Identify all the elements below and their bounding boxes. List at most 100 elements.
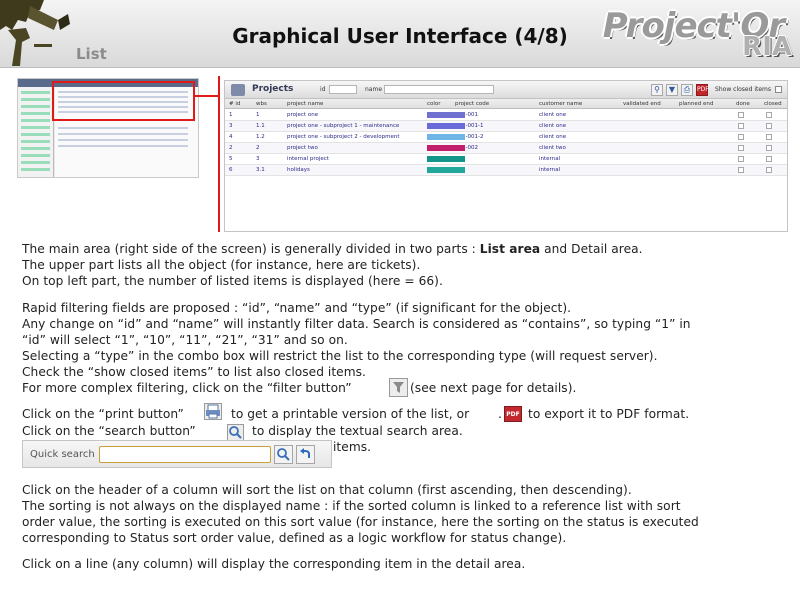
paragraph-3-line-2b: to display the textual search area.	[252, 424, 463, 438]
paragraph-3-line-1b: to get a printable version of the list, …	[231, 407, 470, 421]
table-row[interactable]: 6 3.1 holidays internal	[225, 165, 787, 176]
projects-list-panel: Projects id name ⚲ ▼ ⎙ PDF Show closed i…	[224, 80, 788, 232]
cell-customer: internal	[539, 156, 561, 162]
table-row[interactable]: 3 1.1 project one - subproject 1 - mainten…	[225, 121, 787, 132]
cell-done-checkbox	[738, 145, 744, 151]
quick-search-label: Quick search	[30, 449, 95, 460]
cell-wbs: 1	[256, 112, 260, 118]
paragraph-4-line-1: Click on the header of a column will sor…	[22, 483, 632, 497]
cell-color-swatch	[427, 134, 465, 140]
paragraph-3-line-1c: to export it to PDF format.	[528, 407, 690, 421]
cell-done-checkbox	[738, 156, 744, 162]
cell-customer: internal	[539, 167, 561, 173]
paragraph-2-line-6a: For more complex filtering, click on the…	[22, 381, 352, 395]
pdf-icon[interactable]: PDF	[696, 84, 709, 96]
cell-wbs: 3	[256, 156, 260, 162]
cell-name: project two	[287, 145, 318, 151]
table-row[interactable]: 5 3 internal project internal	[225, 154, 787, 165]
cell-done-checkbox	[738, 123, 744, 129]
cell-closed-checkbox	[766, 134, 772, 140]
column-header[interactable]: wbs	[256, 101, 267, 107]
column-header[interactable]: color	[427, 101, 441, 107]
pdf-button-icon: PDF	[504, 406, 522, 422]
paragraph-1-line-2: The upper part lists all the object (for…	[22, 258, 421, 272]
cell-name: internal project	[287, 156, 329, 162]
cell-done-checkbox	[738, 134, 744, 140]
cell-id: 1	[229, 112, 233, 118]
paragraph-3-line-1a: Click on the “print button”	[22, 407, 184, 421]
cell-name: project one - subproject 1 - maintenance	[287, 123, 400, 129]
filter-icon[interactable]: ▼	[666, 84, 678, 96]
cell-closed-checkbox	[766, 123, 772, 129]
projects-icon	[231, 84, 245, 96]
paragraph-3-line-3-tail: items.	[333, 440, 372, 454]
cell-color-swatch	[427, 145, 465, 151]
cell-name: holidays	[287, 167, 310, 173]
column-header[interactable]: closed	[764, 101, 782, 107]
column-header[interactable]: # id	[229, 101, 240, 107]
slide-header: List Graphical User Interface (4/8) Proj…	[0, 0, 800, 68]
search-button-icon	[227, 424, 244, 441]
cell-color-swatch	[427, 156, 465, 162]
paragraph-2-line-5: Check the “show closed items” to list al…	[22, 365, 366, 379]
cell-closed-checkbox	[766, 145, 772, 151]
brand-logo: Project'Or RIA	[592, 6, 792, 62]
cell-name: project one - subproject 2 - development	[287, 134, 400, 140]
name-filter-label: name	[365, 86, 383, 93]
print-icon[interactable]: ⎙	[681, 84, 693, 96]
cell-wbs: 1.1	[256, 123, 265, 129]
search-icon[interactable]: ⚲	[651, 84, 663, 96]
quick-search-input[interactable]	[99, 446, 271, 463]
table-row[interactable]: 4 1.2 project one - subproject 2 - develop…	[225, 132, 787, 143]
cell-closed-checkbox	[766, 167, 772, 173]
column-header[interactable]: project code	[455, 101, 489, 107]
cell-id: 3	[229, 123, 233, 129]
cell-customer: client two	[539, 145, 566, 151]
paragraph-3-dot: .	[498, 407, 502, 421]
paragraph-2-line-4: Selecting a “type” in the combo box will…	[22, 349, 658, 363]
cell-color-swatch	[427, 167, 465, 173]
paragraph-4-line-2: The sorting is not always on the display…	[22, 499, 681, 513]
list-header-row: # id wbs project name color project code cust…	[225, 99, 787, 109]
show-closed-label: Show closed items	[715, 86, 771, 93]
column-header[interactable]: done	[736, 101, 750, 107]
quick-search-close-icon[interactable]	[296, 445, 315, 464]
cell-customer: client one	[539, 123, 567, 129]
cell-wbs: 2	[256, 145, 260, 151]
connector-line	[195, 95, 220, 97]
id-filter-input[interactable]	[329, 85, 357, 94]
filter-button-icon	[389, 378, 408, 397]
cell-closed-checkbox	[766, 112, 772, 118]
paragraph-4-line-4: corresponding to Status sort order value…	[22, 531, 567, 545]
cell-done-checkbox	[738, 167, 744, 173]
list-area-highlight	[52, 81, 195, 121]
cell-closed-checkbox	[766, 156, 772, 162]
cell-id: 4	[229, 134, 233, 140]
show-closed-checkbox[interactable]	[775, 86, 782, 93]
paragraph-2-line-1: Rapid filtering fields are proposed : “i…	[22, 301, 572, 315]
column-header[interactable]: customer name	[539, 101, 582, 107]
paragraph-5-line-1: Click on a line (any column) will displa…	[22, 557, 526, 571]
column-header[interactable]: project name	[287, 101, 323, 107]
brand-sub-text: RIA	[742, 32, 792, 62]
print-button-icon	[204, 403, 222, 420]
paragraph-2-line-3: “id” will select “1”, “10”, “11”, “21”, …	[22, 333, 348, 347]
table-row[interactable]: 1 1 project one 001-001 client one	[225, 110, 787, 121]
paragraph-2-line-2: Any change on “id” and “name” will insta…	[22, 317, 691, 331]
cell-color-swatch	[427, 123, 465, 129]
cell-customer: client one	[539, 112, 567, 118]
connector-line-vertical	[218, 76, 220, 232]
cell-id: 6	[229, 167, 233, 173]
name-filter-input[interactable]	[384, 85, 494, 94]
cell-id: 2	[229, 145, 233, 151]
quick-search-bar: Quick search	[22, 440, 332, 468]
cell-customer: client one	[539, 134, 567, 140]
quick-search-go-icon[interactable]	[274, 445, 293, 464]
cell-done-checkbox	[738, 112, 744, 118]
paragraph-1-line-1: The main area (right side of the screen)…	[22, 242, 643, 256]
table-row[interactable]: 2 2 project two 002-002 client two	[225, 143, 787, 154]
cell-id: 5	[229, 156, 233, 162]
column-header[interactable]: planned end	[679, 101, 713, 107]
column-header[interactable]: validated end	[623, 101, 661, 107]
id-filter-label: id	[320, 86, 326, 93]
